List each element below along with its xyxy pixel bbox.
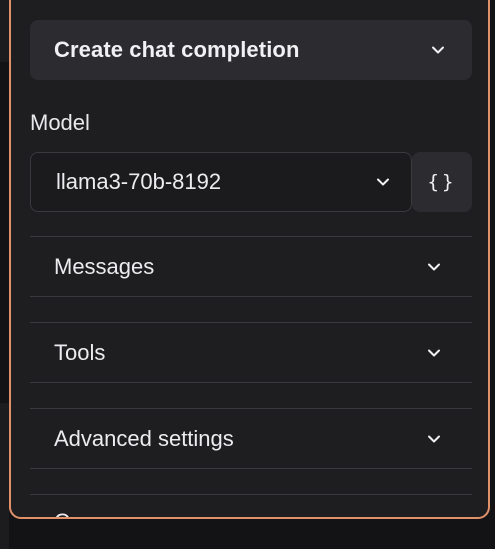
background-strip-bottom: [0, 403, 9, 549]
chevron-down-icon: [428, 435, 440, 442]
chevron-down-icon: [377, 178, 389, 186]
model-select[interactable]: llama3-70b-8192: [30, 152, 412, 212]
section-advanced-settings[interactable]: Advanced settings: [30, 408, 472, 469]
section-label: Messages: [54, 253, 155, 279]
chevron-down-icon: [428, 349, 440, 356]
background-strip-top: [0, 0, 9, 62]
model-value: llama3-70b-8192: [56, 169, 222, 194]
model-label: Model: [30, 110, 90, 135]
section-messages[interactable]: Messages: [30, 236, 472, 297]
json-mode-button[interactable]: {}: [412, 152, 472, 212]
section-tools[interactable]: Tools: [30, 322, 472, 383]
chevron-down-icon: [428, 263, 440, 270]
action-title: Create chat completion: [54, 37, 300, 62]
section-label: Advanced settings: [54, 425, 234, 451]
braces-icon: {}: [427, 171, 457, 193]
chevron-down-icon: [432, 46, 444, 54]
action-config-panel: Create chat completion Model llama3-70b-…: [9, 0, 490, 519]
action-dropdown[interactable]: Create chat completion: [30, 20, 472, 80]
section-label: Tools: [54, 339, 106, 365]
section-label: Co: [54, 509, 82, 517]
section-partial[interactable]: Co: [30, 494, 472, 517]
